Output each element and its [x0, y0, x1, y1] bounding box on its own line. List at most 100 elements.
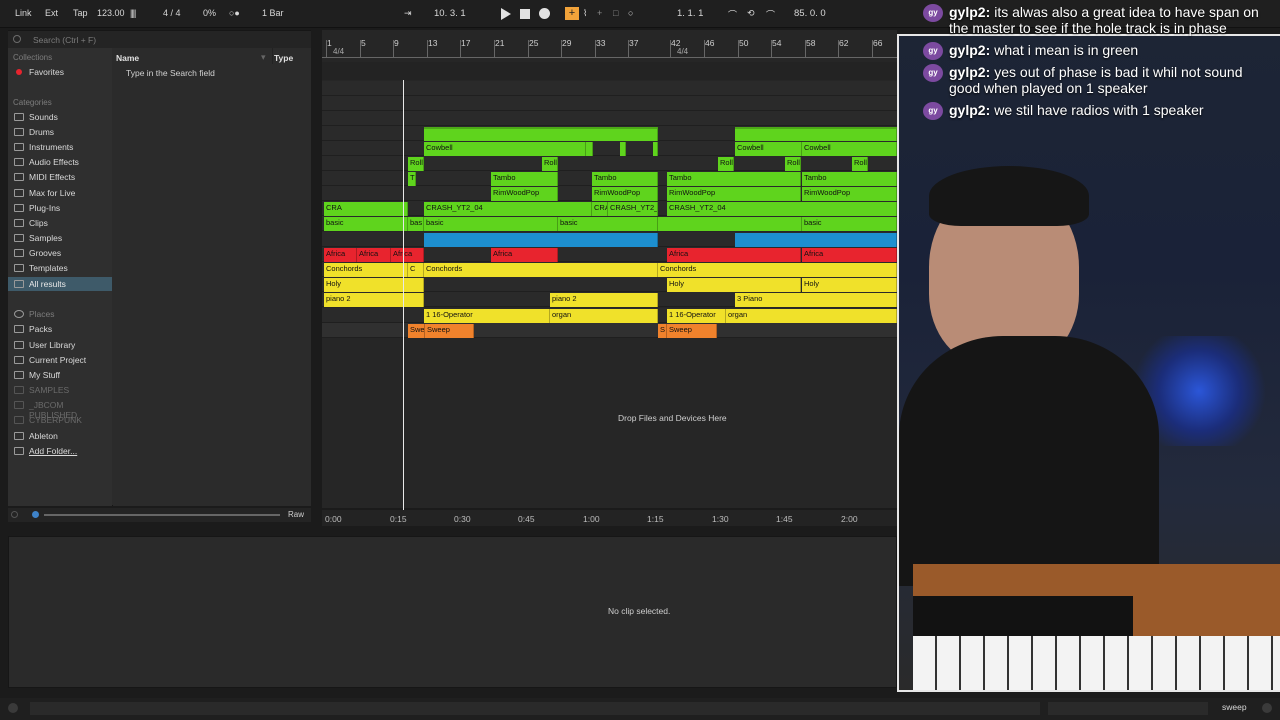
clip[interactable]: Tambo: [802, 172, 897, 186]
session-record-icon[interactable]: ○: [628, 8, 633, 18]
time-signature-marker[interactable]: 4/4: [677, 47, 688, 56]
sidebar-item-all-results[interactable]: All results: [8, 277, 112, 291]
play-button[interactable]: [501, 8, 511, 20]
loop-start-field[interactable]: 1. 1. 1: [677, 8, 703, 19]
clip[interactable]: Africa: [802, 248, 897, 262]
clip[interactable]: basic: [324, 217, 408, 231]
clip[interactable]: CRA: [592, 202, 608, 216]
playhead[interactable]: [403, 80, 404, 515]
clip[interactable]: RimWoodPop: [491, 187, 558, 201]
sidebar-item-templates[interactable]: Templates: [8, 261, 112, 275]
clip[interactable]: Holy: [324, 278, 424, 292]
clip[interactable]: RimWoodPop: [802, 187, 897, 201]
clip[interactable]: [586, 142, 593, 156]
clip[interactable]: [620, 142, 626, 156]
tempo-field[interactable]: 123.00: [97, 8, 125, 18]
track-lane[interactable]: [322, 96, 897, 111]
track-lane[interactable]: [322, 81, 897, 96]
clip[interactable]: 1 16-Operator: [667, 309, 726, 323]
clip[interactable]: Sweep: [667, 324, 717, 338]
clip[interactable]: Tambo: [592, 172, 658, 186]
search-input[interactable]: Search (Ctrl + F): [8, 31, 311, 48]
clip[interactable]: CRASH_YT2_04: [667, 202, 897, 216]
capture-icon[interactable]: □: [613, 8, 618, 18]
clip[interactable]: CRA: [324, 202, 408, 216]
sidebar-item-midi-effects[interactable]: MIDI Effects: [8, 170, 112, 184]
sidebar-item-favorites[interactable]: Favorites: [8, 65, 112, 79]
sidebar-item-samples-folder[interactable]: SAMPLES: [8, 383, 112, 397]
loop-switch-icon[interactable]: ⟲: [747, 8, 755, 19]
clip[interactable]: Roll: [718, 157, 734, 171]
clip[interactable]: Tambo: [491, 172, 558, 186]
column-header-type[interactable]: Type: [274, 53, 293, 63]
automation-arm-icon[interactable]: ⌇: [583, 8, 587, 19]
time-signature-field[interactable]: 4 / 4: [163, 8, 181, 18]
preview-waveform[interactable]: [44, 514, 280, 516]
sidebar-item-plug-ins[interactable]: Plug-Ins: [8, 201, 112, 215]
clip[interactable]: Africa: [357, 248, 391, 262]
clip[interactable]: Africa: [667, 248, 801, 262]
clip[interactable]: [424, 233, 658, 247]
reenable-automation-icon[interactable]: +: [597, 8, 602, 18]
sidebar-item-sounds[interactable]: Sounds: [8, 110, 112, 124]
column-header-name[interactable]: Name: [116, 53, 139, 63]
arrangement-overdub-button[interactable]: +: [565, 7, 579, 20]
clip[interactable]: Conchords: [658, 263, 897, 277]
sort-chevron-icon[interactable]: ▾: [261, 52, 266, 63]
clip[interactable]: [424, 127, 658, 141]
tap-button[interactable]: Tap: [68, 6, 93, 21]
punch-in-icon[interactable]: ⌒: [728, 8, 737, 21]
punch-out-icon[interactable]: ⌒: [766, 8, 775, 21]
clip[interactable]: Conchords: [324, 263, 408, 277]
clip[interactable]: T: [408, 172, 416, 186]
sidebar-item-user-library[interactable]: User Library: [8, 338, 112, 352]
clip[interactable]: Roll: [408, 157, 424, 171]
track-lane[interactable]: [322, 111, 897, 126]
clip[interactable]: organ: [726, 309, 897, 323]
sidebar-item-ableton[interactable]: Ableton: [8, 429, 112, 443]
clip[interactable]: Roll: [785, 157, 801, 171]
sidebar-item-packs[interactable]: Packs: [8, 322, 112, 336]
sidebar-item-audio-effects[interactable]: Audio Effects: [8, 155, 112, 169]
clip[interactable]: C: [408, 263, 424, 277]
quantize-dropdown[interactable]: 1 Bar: [262, 8, 284, 18]
clip[interactable]: Swe: [408, 324, 425, 338]
clip[interactable]: Holy: [802, 278, 897, 292]
clip[interactable]: 3 Piano: [735, 293, 897, 307]
clip[interactable]: basic: [802, 217, 897, 231]
song-position[interactable]: 10. 3. 1: [434, 8, 466, 19]
sidebar-item-samples[interactable]: Samples: [8, 231, 112, 245]
sidebar-item-instruments[interactable]: Instruments: [8, 140, 112, 154]
info-view-toggle-icon[interactable]: [8, 703, 18, 713]
sidebar-item-cyberpunk[interactable]: CYBERPUNK: [8, 413, 112, 427]
clip[interactable]: [653, 142, 658, 156]
clip[interactable]: Roll: [542, 157, 558, 171]
time-ruler[interactable]: [322, 510, 897, 526]
sidebar-item-current-project[interactable]: Current Project: [8, 353, 112, 367]
clip[interactable]: Holy: [667, 278, 801, 292]
clip[interactable]: [735, 233, 897, 247]
raw-button[interactable]: Raw: [288, 510, 304, 519]
clip[interactable]: 1 16-Operator: [424, 309, 550, 323]
detail-view-toggle-icon[interactable]: [1262, 703, 1272, 713]
preview-headphones-icon[interactable]: [11, 511, 18, 518]
selected-track-name[interactable]: sweep: [1222, 702, 1247, 712]
ext-button[interactable]: Ext: [40, 6, 63, 21]
clip[interactable]: Africa: [324, 248, 357, 262]
sidebar-item-clips[interactable]: Clips: [8, 216, 112, 230]
clip[interactable]: basic: [424, 217, 558, 231]
clip[interactable]: piano 2: [324, 293, 424, 307]
clip[interactable]: RimWoodPop: [667, 187, 801, 201]
clip[interactable]: CRASH_YT2_04: [608, 202, 658, 216]
clip[interactable]: organ: [550, 309, 658, 323]
record-quantize-icon[interactable]: ○●: [229, 8, 240, 18]
clip[interactable]: Cowbell: [424, 142, 586, 156]
clip[interactable]: Africa: [491, 248, 558, 262]
clip[interactable]: RimWoodPop: [592, 187, 658, 201]
link-button[interactable]: Link: [10, 6, 37, 21]
add-folder-button[interactable]: Add Folder...: [8, 444, 112, 458]
sidebar-item-grooves[interactable]: Grooves: [8, 246, 112, 260]
sidebar-item-jbcom-published[interactable]: _JBCOM PUBLISHED: [8, 398, 112, 420]
stop-button[interactable]: [520, 9, 530, 19]
clip[interactable]: CRASH_YT2_04: [424, 202, 592, 216]
